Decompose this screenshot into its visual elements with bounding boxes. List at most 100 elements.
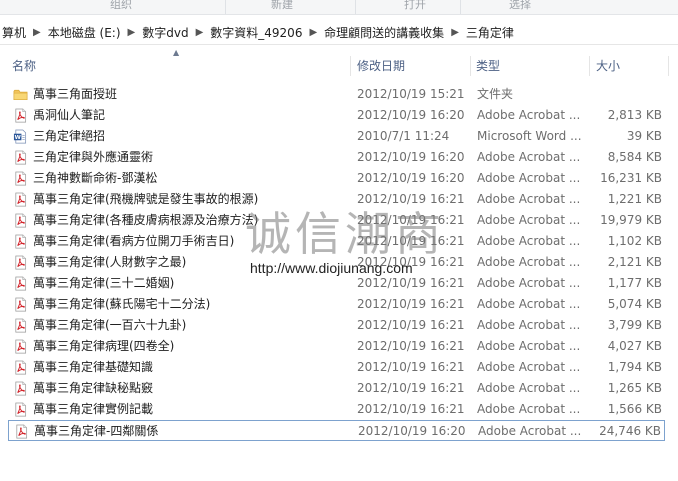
file-size: 1,265 KB	[607, 381, 662, 395]
breadcrumb-computer[interactable]: 算机	[0, 24, 28, 41]
file-name: 萬事三角定律(各種皮膚病根源及治療方法)	[33, 213, 259, 227]
file-name: 萬事三角定律實例記載	[33, 402, 154, 416]
ribbon-new[interactable]: 新建	[271, 0, 293, 12]
pdf-icon	[13, 255, 28, 270]
file-type: Adobe Acrobat ...	[477, 192, 581, 206]
file-row-selected[interactable]: 萬事三角定律-四鄰關係 2012/10/19 16:20 Adobe Acrobat…	[8, 420, 665, 441]
ribbon-select[interactable]: 选择	[509, 0, 531, 12]
breadcrumb-drive-e[interactable]: 本地磁盘 (E:)	[46, 24, 123, 41]
file-date: 2012/10/19 16:21	[357, 276, 465, 290]
file-type: Adobe Acrobat ...	[477, 276, 581, 290]
pdf-icon	[13, 339, 28, 354]
file-name: 三角定律絕招	[33, 129, 106, 143]
ribbon-toolbar: 组织 新建 打开 选择	[0, 0, 678, 15]
file-name: 萬事三角定律(飛機牌號是發生事故的根源)	[33, 192, 259, 206]
pdf-icon	[14, 424, 29, 439]
file-row[interactable]: 三角定律與外應通靈術 2012/10/19 16:20 Adobe Acrobat …	[8, 147, 665, 168]
file-date: 2012/10/19 16:21	[357, 339, 465, 353]
svg-text:W: W	[15, 135, 22, 141]
file-date: 2012/10/19 16:21	[357, 402, 465, 416]
pdf-icon	[13, 360, 28, 375]
chevron-right-icon[interactable]: ▶	[304, 27, 322, 38]
file-size: 1,102 KB	[607, 234, 662, 248]
chevron-right-icon[interactable]: ▶	[123, 27, 141, 38]
chevron-right-icon[interactable]: ▶	[191, 27, 209, 38]
file-name: 萬事三角定律(三十二婚姻)	[33, 276, 175, 290]
file-row[interactable]: 萬事三角定律病理(四卷全) 2012/10/19 16:21 Adobe Acrob…	[8, 336, 665, 357]
file-size: 4,027 KB	[607, 339, 662, 353]
file-type: Adobe Acrobat ...	[477, 360, 581, 374]
word-icon: W	[13, 129, 28, 144]
file-name: 萬事三角定律缺秘點竅	[33, 381, 154, 395]
file-row[interactable]: 萬事三角定律基礎知識 2012/10/19 16:21 Adobe Acrobat …	[8, 357, 665, 378]
file-size: 1,794 KB	[607, 360, 662, 374]
file-row[interactable]: W 三角定律絕招 2010/7/1 11:24 Microsoft Word ... 3…	[8, 126, 665, 147]
file-row[interactable]: 萬事三角定律實例記載 2012/10/19 16:21 Adobe Acrobat …	[8, 399, 665, 420]
pdf-icon	[13, 381, 28, 396]
file-size: 3,799 KB	[607, 318, 662, 332]
breadcrumb-digital-data[interactable]: 數字資料_49206	[208, 24, 304, 41]
file-type: Adobe Acrobat ...	[477, 318, 581, 332]
column-header-name[interactable]: 名称	[8, 54, 350, 78]
pdf-icon	[13, 192, 28, 207]
file-size: 1,221 KB	[607, 192, 662, 206]
file-type: Adobe Acrobat ...	[477, 339, 581, 353]
file-date: 2012/10/19 16:21	[357, 381, 465, 395]
chevron-right-icon[interactable]: ▶	[28, 27, 46, 38]
file-date: 2010/7/1 11:24	[357, 129, 450, 143]
file-type: Adobe Acrobat ...	[478, 424, 582, 438]
file-type: Adobe Acrobat ...	[477, 297, 581, 311]
file-date: 2012/10/19 16:20	[357, 150, 465, 164]
folder-icon	[13, 87, 28, 102]
breadcrumb-digital-dvd[interactable]: 數字dvd	[140, 24, 190, 41]
chevron-right-icon[interactable]: ▶	[446, 27, 464, 38]
breadcrumb-lecture-collection[interactable]: 命理顧問送的講義收集	[322, 24, 446, 41]
pdf-icon	[13, 402, 28, 417]
column-header-row: ▲ 名称 修改日期 类型 大小	[0, 48, 678, 78]
file-row[interactable]: 三角神數斷命術-鄧漢松 2012/10/19 16:20 Adobe Acrobat…	[8, 168, 665, 189]
pdf-icon	[13, 234, 28, 249]
ribbon-organize[interactable]: 组织	[110, 0, 132, 12]
file-size: 8,584 KB	[607, 150, 662, 164]
watermark-url: http://www.diojiunang.com	[250, 260, 413, 276]
file-row[interactable]: 萬事三角面授班 2012/10/19 15:21 文件夹	[8, 84, 665, 105]
watermark-brand: 诚信潮商	[245, 207, 445, 261]
column-header-date[interactable]: 修改日期	[353, 54, 470, 78]
breadcrumb[interactable]: 算机 ▶ 本地磁盘 (E:) ▶ 數字dvd ▶ 數字資料_49206 ▶ 命理…	[0, 20, 678, 45]
file-name: 三角神數斷命術-鄧漢松	[33, 171, 158, 185]
file-name: 萬事三角定律基礎知識	[33, 360, 154, 374]
file-size: 24,746 KB	[599, 424, 661, 438]
file-name: 三角定律與外應通靈術	[33, 150, 154, 164]
file-row[interactable]: 萬事三角定律缺秘點竅 2012/10/19 16:21 Adobe Acrobat …	[8, 378, 665, 399]
file-type: Adobe Acrobat ...	[477, 255, 581, 269]
file-size: 1,566 KB	[607, 402, 662, 416]
pdf-icon	[13, 297, 28, 312]
file-date: 2012/10/19 16:21	[357, 360, 465, 374]
pdf-icon	[13, 276, 28, 291]
file-row[interactable]: 禹洞仙人筆記 2012/10/19 16:20 Adobe Acrobat ... 2…	[8, 105, 665, 126]
file-size: 39 KB	[626, 129, 662, 143]
file-name: 萬事三角定律(蘇氏陽宅十二分法)	[33, 297, 211, 311]
file-name: 萬事三角定律(一百六十九卦)	[33, 318, 187, 332]
file-size: 16,231 KB	[600, 171, 662, 185]
file-type: Adobe Acrobat ...	[477, 234, 581, 248]
file-type: Adobe Acrobat ...	[477, 171, 581, 185]
file-date: 2012/10/19 16:21	[357, 318, 465, 332]
file-size: 5,074 KB	[607, 297, 662, 311]
column-header-type[interactable]: 类型	[472, 54, 589, 78]
file-size: 1,177 KB	[607, 276, 662, 290]
file-type: 文件夹	[477, 87, 514, 101]
file-date: 2012/10/19 16:21	[357, 297, 465, 311]
file-row[interactable]: 萬事三角定律(三十二婚姻) 2012/10/19 16:21 Adobe Acrob…	[8, 273, 665, 294]
file-type: Adobe Acrobat ...	[477, 213, 581, 227]
column-header-size[interactable]: 大小	[592, 54, 672, 78]
pdf-icon	[13, 318, 28, 333]
ribbon-open[interactable]: 打开	[404, 0, 426, 12]
breadcrumb-current-folder[interactable]: 三角定律	[464, 24, 516, 41]
file-row[interactable]: 萬事三角定律(蘇氏陽宅十二分法) 2012/10/19 16:21 Adobe Ac…	[8, 294, 665, 315]
file-row[interactable]: 萬事三角定律(一百六十九卦) 2012/10/19 16:21 Adobe Acro…	[8, 315, 665, 336]
file-date: 2012/10/19 16:20	[358, 424, 466, 438]
file-size: 2,121 KB	[607, 255, 662, 269]
pdf-icon	[13, 150, 28, 165]
file-name: 萬事三角面授班	[33, 87, 118, 101]
